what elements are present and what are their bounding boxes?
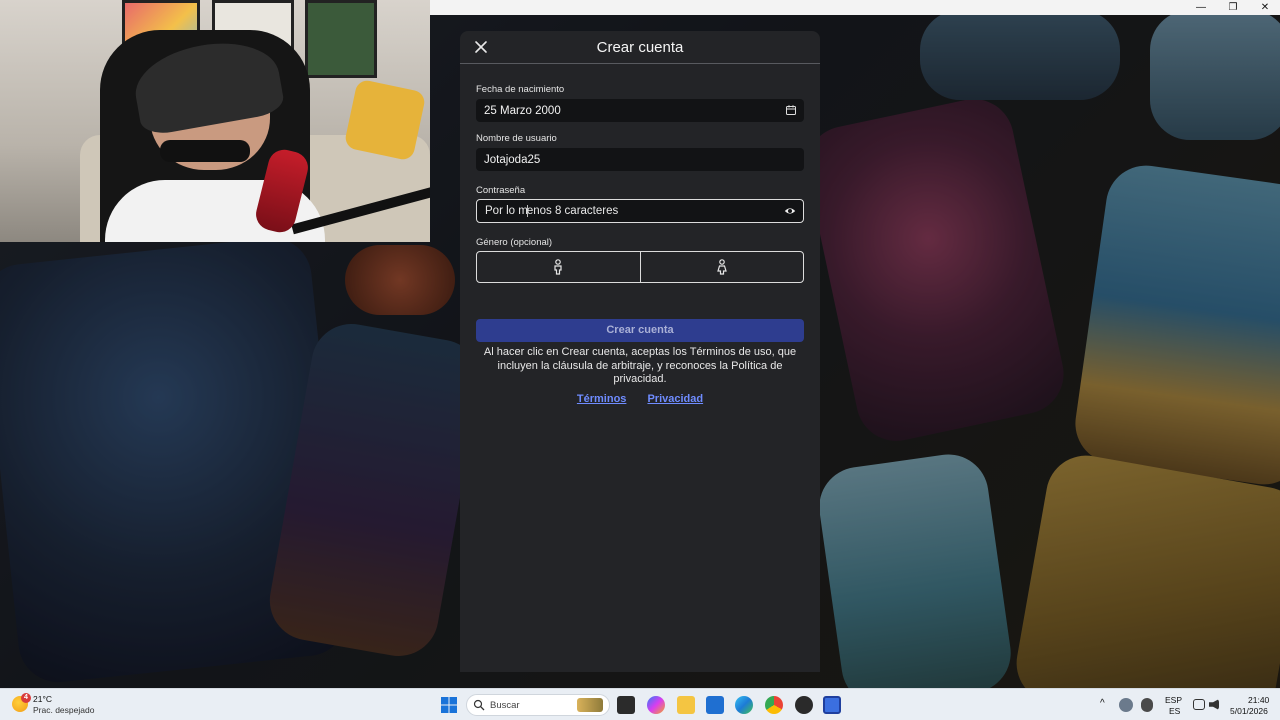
eye-icon[interactable] <box>784 205 796 217</box>
password-label: Contraseña <box>476 185 526 196</box>
keyboard-layout[interactable]: ES <box>1169 706 1180 716</box>
birthdate-label: Fecha de nacimiento <box>476 84 565 95</box>
weather-widget[interactable]: 4 21°C Prac. despejado <box>12 693 102 717</box>
search-highlight-image <box>577 698 603 712</box>
store-icon[interactable] <box>706 696 724 714</box>
search-icon <box>473 699 485 711</box>
calendar-icon[interactable] <box>785 104 797 116</box>
female-icon <box>716 259 727 275</box>
terms-link[interactable]: Términos <box>577 393 627 405</box>
gender-label: Género (opcional) <box>476 237 553 248</box>
privacy-link[interactable]: Privacidad <box>647 393 703 405</box>
gender-male-button[interactable] <box>477 252 640 282</box>
microphone-icon[interactable] <box>1141 698 1153 712</box>
close-window-button[interactable]: ✕ <box>1251 0 1279 15</box>
gender-selector <box>476 251 804 283</box>
username-label: Nombre de usuario <box>476 133 557 144</box>
password-field[interactable]: Por lo menos 8 caracteres <box>476 199 804 223</box>
modal-header: Crear cuenta <box>460 31 820 64</box>
chrome-icon[interactable] <box>765 696 783 714</box>
webcam-person-glasses <box>160 140 250 162</box>
roblox-icon[interactable] <box>823 696 841 714</box>
file-explorer-icon[interactable] <box>677 696 695 714</box>
signup-modal: Crear cuenta Fecha de nacimiento 25 Marz… <box>460 31 820 672</box>
username-field[interactable]: Jotajoda25 <box>476 148 804 171</box>
window-titlebar: — ❐ ✕ <box>430 0 1280 15</box>
search-placeholder: Buscar <box>490 700 520 711</box>
maximize-button[interactable]: ❐ <box>1219 0 1247 15</box>
password-placeholder: Por lo menos 8 caracteres <box>485 204 619 218</box>
taskbar-search[interactable]: Buscar <box>466 694 610 716</box>
clock-date[interactable]: 5/01/2026 <box>1230 706 1268 716</box>
obs-icon[interactable] <box>795 696 813 714</box>
birthdate-value: 25 Marzo 2000 <box>484 104 561 117</box>
gender-female-button[interactable] <box>639 252 804 282</box>
webcam-poster <box>305 0 377 78</box>
username-value: Jotajoda25 <box>484 153 541 166</box>
modal-title: Crear cuenta <box>596 39 684 56</box>
create-account-button[interactable]: Crear cuenta <box>476 319 804 342</box>
birthdate-field[interactable]: 25 Marzo 2000 <box>476 99 804 122</box>
webcam-pillow <box>343 78 427 162</box>
language-code[interactable]: ESP <box>1165 695 1182 705</box>
taskbar: 4 21°C Prac. despejado Buscar ^ ESP ES 2… <box>0 688 1280 720</box>
windows-start-icon[interactable] <box>440 696 458 714</box>
weather-description: Prac. despejado <box>33 705 95 715</box>
notification-badge: 4 <box>21 693 31 703</box>
male-icon <box>554 259 562 275</box>
edge-icon[interactable] <box>735 696 753 714</box>
cloud-icon[interactable] <box>1119 698 1133 712</box>
copilot-icon[interactable] <box>647 696 665 714</box>
volume-icon[interactable] <box>1209 699 1219 710</box>
minimize-button[interactable]: — <box>1187 0 1215 15</box>
legal-links: Términos Privacidad <box>460 393 820 405</box>
weather-temperature: 21°C <box>33 694 52 704</box>
monitor-icon[interactable] <box>1193 699 1205 710</box>
chevron-up-icon[interactable]: ^ <box>1100 698 1105 709</box>
legal-disclaimer: Al hacer clic en Crear cuenta, aceptas l… <box>483 346 797 385</box>
clock-time[interactable]: 21:40 <box>1248 695 1269 705</box>
task-view-icon[interactable] <box>617 696 635 714</box>
webcam-overlay <box>0 0 430 242</box>
